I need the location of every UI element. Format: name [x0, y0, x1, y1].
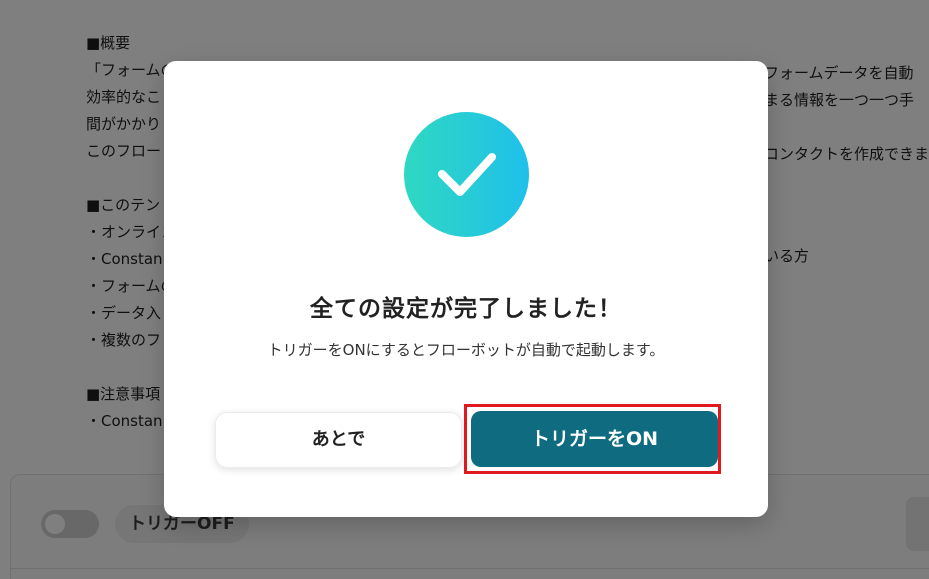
later-button[interactable]: あとで [215, 412, 462, 468]
completion-dialog: 全ての設定が完了しました！ トリガーをONにするとフローボットが自動で起動します… [164, 61, 768, 517]
dialog-title: 全ての設定が完了しました！ [310, 296, 622, 322]
dialog-description: トリガーをONにするとフローボットが自動で起動します。 [267, 341, 665, 359]
page: ■概要 「フォームの 効率的なこ 間がかかり このフロー ■このテン ・オンライ… [0, 0, 929, 579]
trigger-on-button[interactable]: トリガーをON [471, 411, 718, 467]
checkmark-icon [438, 153, 496, 196]
check-circle-icon [404, 112, 529, 237]
